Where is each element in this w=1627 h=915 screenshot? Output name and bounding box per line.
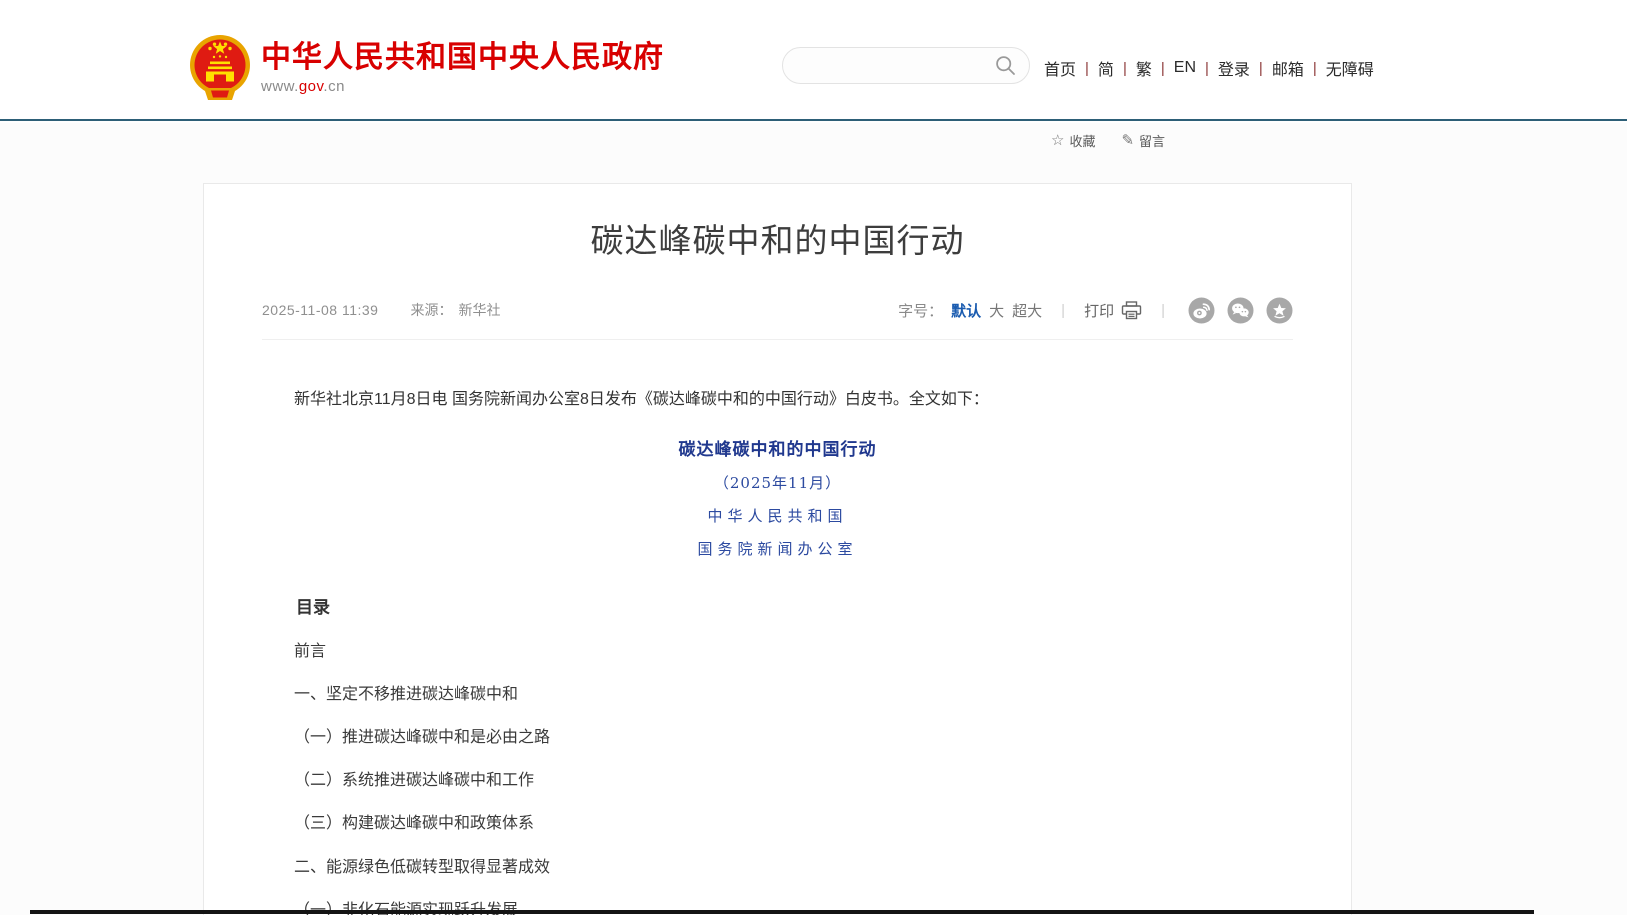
- article-card: 碳达峰碳中和的中国行动 2025-11-08 11:39 来源： 新华社 字号：…: [203, 183, 1352, 915]
- quick-links: ☆ 收藏 ✎ 留言: [1051, 131, 1165, 150]
- national-emblem-icon: [189, 34, 251, 102]
- nav-simplified[interactable]: 简: [1098, 56, 1114, 80]
- pencil-icon: ✎: [1121, 133, 1134, 148]
- site-url-www: www.: [261, 78, 299, 95]
- source-label: 来源：: [410, 300, 452, 320]
- star-icon: ☆: [1051, 133, 1064, 148]
- nav-separator: |: [1085, 60, 1089, 77]
- page: 中华人民共和国中央人民政府 www.gov.cn 首页 | 简 | 繁 | EN…: [0, 0, 1627, 915]
- article-meta-left: 2025-11-08 11:39 来源： 新华社: [262, 300, 500, 320]
- nav-separator: |: [1313, 60, 1317, 77]
- search-input[interactable]: [783, 48, 995, 83]
- document-title: 碳达峰碳中和的中国行动: [204, 435, 1351, 460]
- article-date: 2025-11-08 11:39: [262, 302, 378, 318]
- toc-item-1-2: （二）系统推进碳达峰碳中和工作: [262, 771, 1293, 790]
- share-weibo-button[interactable]: [1188, 297, 1215, 324]
- font-size-xlarge-button[interactable]: 超大: [1012, 300, 1042, 321]
- toc-item-2: 二、能源绿色低碳转型取得显著成效: [262, 858, 1293, 877]
- nav-login[interactable]: 登录: [1218, 56, 1250, 80]
- toc-item-1-3: （三）构建碳达峰碳中和政策体系: [262, 814, 1293, 833]
- nav-home[interactable]: 首页: [1044, 56, 1076, 80]
- weibo-icon: [1188, 297, 1215, 324]
- nav-separator: |: [1161, 60, 1165, 77]
- document-heading-block: 碳达峰碳中和的中国行动 （2025年11月） 中华人民共和国 国务院新闻办公室: [204, 435, 1351, 559]
- nav-separator: |: [1205, 60, 1209, 77]
- favorite-link[interactable]: ☆ 收藏: [1051, 131, 1095, 150]
- nav-mail[interactable]: 邮箱: [1272, 56, 1304, 80]
- site-logo[interactable]: 中华人民共和国中央人民政府 www.gov.cn: [189, 34, 664, 102]
- toc-item-1: 一、坚定不移推进碳达峰碳中和: [262, 685, 1293, 704]
- print-button[interactable]: 打印: [1084, 300, 1142, 321]
- site-url-gov: gov: [299, 78, 324, 95]
- bottom-edge-line: [30, 910, 1534, 914]
- toc-title: 目录: [262, 593, 1293, 618]
- document-org-line-2: 国务院新闻办公室: [204, 538, 1351, 559]
- comment-label: 留言: [1139, 131, 1165, 150]
- search-box[interactable]: [782, 47, 1030, 84]
- article-meta-bar: 2025-11-08 11:39 来源： 新华社 字号： 默认 大 超大 | 打…: [262, 297, 1293, 340]
- share-more-button[interactable]: [1266, 297, 1293, 324]
- share-icons: [1188, 297, 1293, 324]
- document-org-line-1: 中华人民共和国: [204, 505, 1351, 526]
- share-star-icon: [1266, 297, 1293, 324]
- printer-icon: [1121, 301, 1142, 320]
- favorite-label: 收藏: [1069, 131, 1095, 150]
- comment-link[interactable]: ✎ 留言: [1121, 131, 1165, 150]
- lead-paragraph: 新华社北京11月8日电 国务院新闻办公室8日发布《碳达峰碳中和的中国行动》白皮书…: [262, 390, 1293, 410]
- print-label: 打印: [1084, 300, 1114, 321]
- article-toolbar: 字号： 默认 大 超大 | 打印 |: [898, 297, 1293, 324]
- nav-english[interactable]: EN: [1174, 59, 1196, 77]
- article-title: 碳达峰碳中和的中国行动: [204, 184, 1351, 261]
- nav-separator: |: [1123, 60, 1127, 77]
- toolbar-separator: |: [1061, 302, 1065, 319]
- nav-traditional[interactable]: 繁: [1136, 56, 1152, 80]
- article-body: 新华社北京11月8日电 国务院新闻办公室8日发布《碳达峰碳中和的中国行动》白皮书…: [204, 390, 1351, 915]
- font-size-default-button[interactable]: 默认: [951, 300, 981, 321]
- wechat-icon: [1227, 297, 1254, 324]
- source-value: 新华社: [458, 300, 500, 320]
- font-size-large-button[interactable]: 大: [989, 300, 1004, 321]
- site-url[interactable]: www.gov.cn: [261, 78, 664, 95]
- toc-item-1-1: （一）推进碳达峰碳中和是必由之路: [262, 728, 1293, 747]
- brand-text: 中华人民共和国中央人民政府 www.gov.cn: [261, 34, 664, 95]
- top-nav: 首页 | 简 | 繁 | EN | 登录 | 邮箱 | 无障碍: [1044, 56, 1374, 80]
- document-date: （2025年11月）: [204, 472, 1351, 493]
- toolbar-separator: |: [1161, 302, 1165, 319]
- share-wechat-button[interactable]: [1227, 297, 1254, 324]
- search-icon[interactable]: [995, 55, 1016, 76]
- site-url-cn: .cn: [323, 78, 345, 95]
- font-size-label: 字号：: [898, 300, 943, 321]
- site-header: 中华人民共和国中央人民政府 www.gov.cn 首页 | 简 | 繁 | EN…: [0, 0, 1627, 121]
- toc-item-preface: 前言: [262, 642, 1293, 661]
- nav-accessibility[interactable]: 无障碍: [1326, 56, 1374, 80]
- site-title: 中华人民共和国中央人民政府: [261, 41, 664, 74]
- nav-separator: |: [1259, 60, 1263, 77]
